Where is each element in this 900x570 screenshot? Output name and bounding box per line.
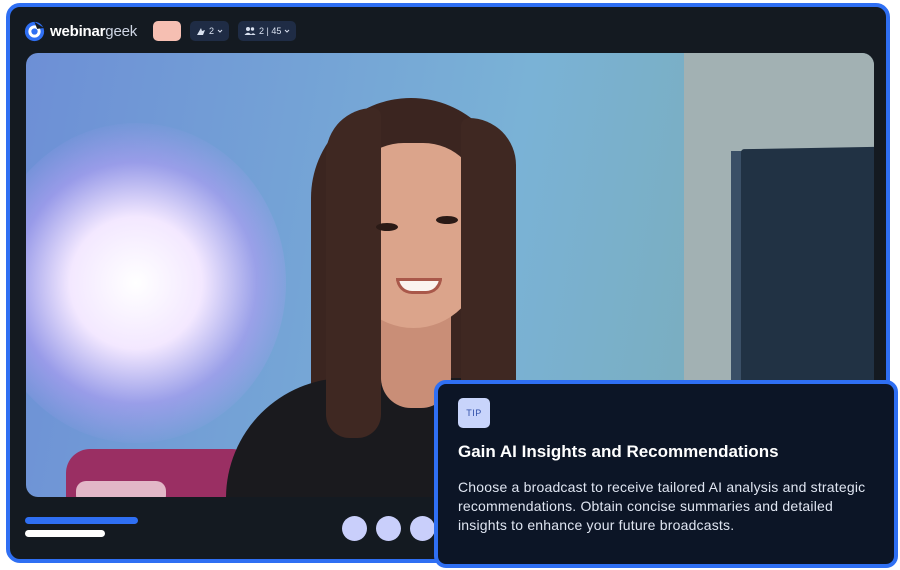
top-bar: webinargeek 2 2 | 45 bbox=[24, 19, 297, 43]
stream-progress-bar[interactable] bbox=[25, 517, 138, 524]
presenter-eye-left bbox=[376, 223, 398, 231]
presenters-count: 2 bbox=[209, 26, 215, 36]
tip-body: Choose a broadcast to receive tailored A… bbox=[458, 479, 866, 533]
presenter-hair-left bbox=[326, 108, 381, 438]
brand-name-bold: webinar bbox=[50, 22, 106, 40]
background-monitor bbox=[741, 146, 874, 390]
participants-icon bbox=[244, 27, 256, 35]
control-button-1[interactable] bbox=[342, 516, 367, 541]
control-button-2[interactable] bbox=[376, 516, 401, 541]
tip-title: Gain AI Insights and Recommendations bbox=[458, 442, 779, 461]
recording-indicator[interactable] bbox=[153, 21, 182, 41]
presenter-eye-right bbox=[436, 216, 458, 224]
caption-placeholder-bar bbox=[25, 530, 105, 537]
presenter-icon bbox=[197, 28, 206, 35]
background-cushion bbox=[76, 481, 166, 497]
chevron-down-icon bbox=[217, 29, 223, 33]
control-button-3[interactable] bbox=[410, 516, 435, 541]
brand-name: webinargeek bbox=[50, 23, 137, 40]
webinargeek-logo-icon bbox=[24, 21, 45, 41]
brand-name-light: geek bbox=[105, 22, 138, 40]
tip-card: TIP Gain AI Insights and Recommendations… bbox=[434, 380, 898, 568]
participants-count: 2 | 45 bbox=[259, 26, 282, 36]
participants-dropdown[interactable]: 2 | 45 bbox=[238, 21, 297, 41]
presenters-dropdown[interactable]: 2 bbox=[190, 21, 230, 41]
tip-badge: TIP bbox=[458, 398, 490, 428]
brand-logo: webinargeek bbox=[24, 21, 137, 42]
chevron-down-icon bbox=[285, 29, 290, 33]
